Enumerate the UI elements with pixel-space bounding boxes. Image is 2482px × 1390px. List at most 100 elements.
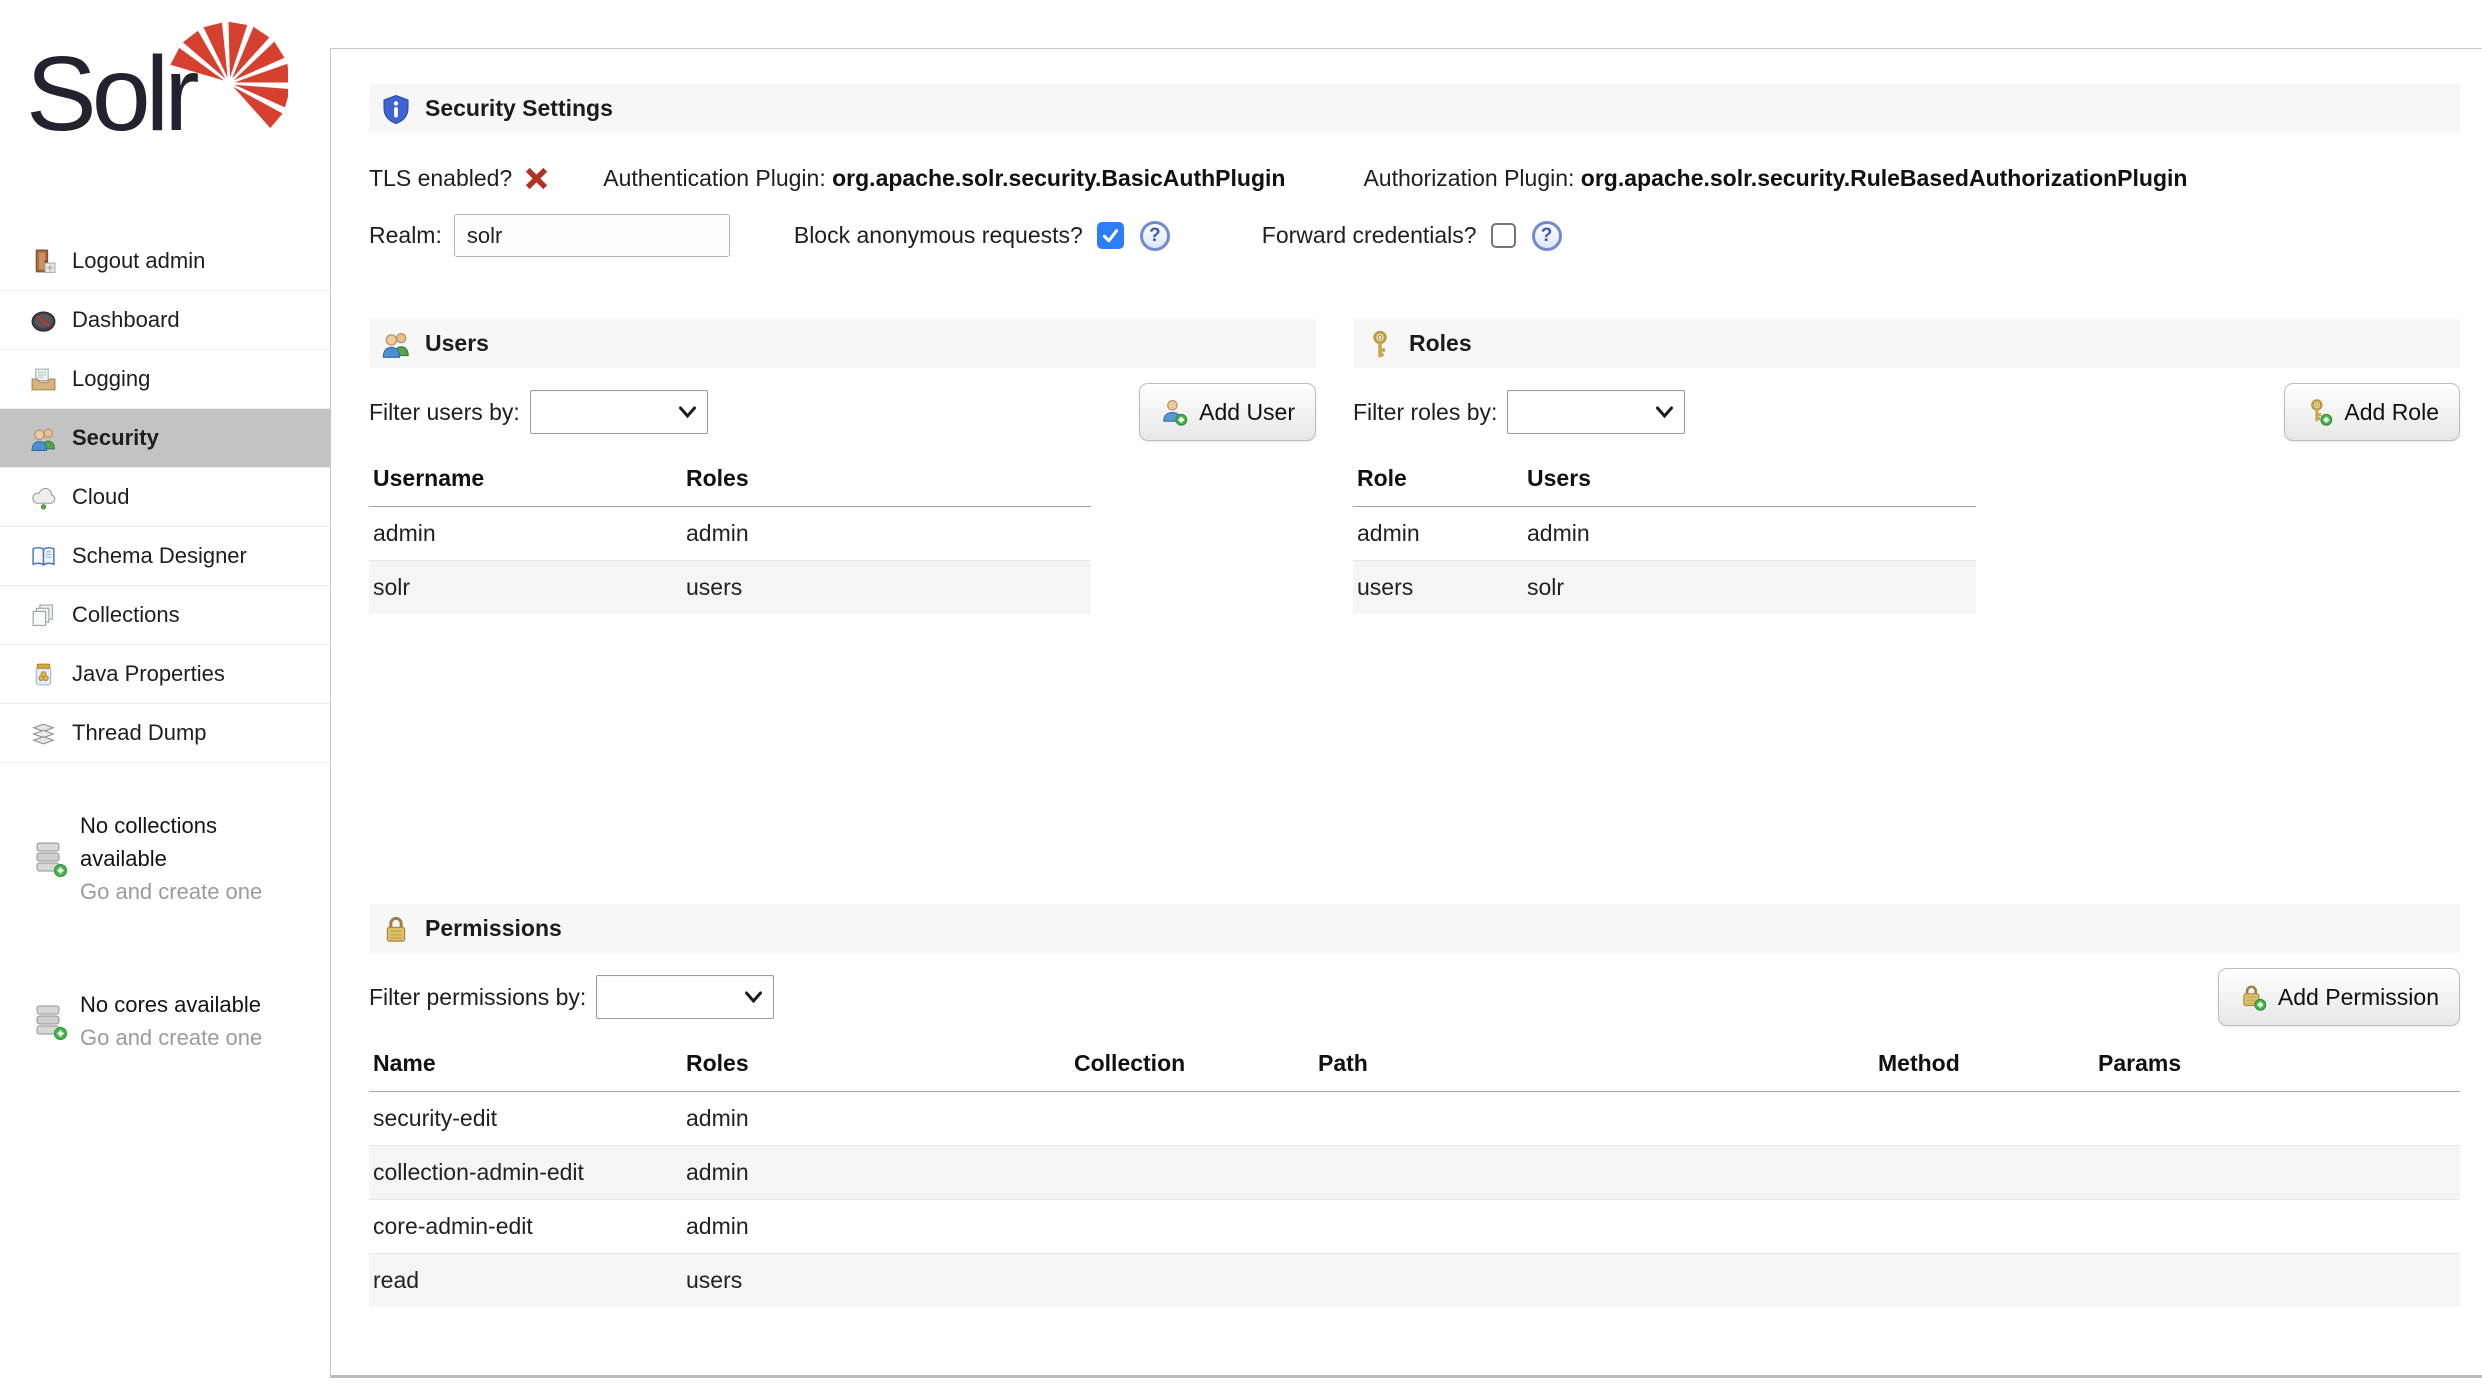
table-row[interactable]: solr users — [369, 561, 1091, 615]
sidebar-item-label: Thread Dump — [72, 720, 207, 746]
block-anonymous-checkbox[interactable] — [1097, 222, 1124, 249]
block-anonymous-help-icon[interactable]: ? — [1140, 221, 1170, 251]
sidebar-item-schema-designer[interactable]: Schema Designer — [0, 527, 330, 586]
add-permission-button[interactable]: Add Permission — [2218, 968, 2460, 1026]
roles-col-users: Users — [1523, 453, 1976, 507]
sidebar-item-label: Logout admin — [72, 248, 205, 274]
sidebar-item-label: Security — [72, 425, 159, 451]
users-panel-title: Users — [425, 330, 489, 357]
roles-table: Role Users admin admin users solr — [1353, 453, 1976, 614]
create-collection-link[interactable]: Go and create one — [80, 875, 270, 908]
perm-col-path: Path — [1314, 1038, 1874, 1092]
no-cores-text: No cores available — [80, 988, 262, 1021]
sidebar-item-label: Dashboard — [72, 307, 180, 333]
table-row[interactable]: security-edit admin — [369, 1092, 2460, 1146]
permissions-panel-title: Permissions — [425, 915, 562, 942]
sidebar-item-dashboard[interactable]: Dashboard — [0, 291, 330, 350]
sidebar-item-label: Schema Designer — [72, 543, 247, 569]
user-add-icon — [1160, 398, 1188, 426]
roles-cell: admin — [682, 507, 1091, 561]
roles-panel: Roles Filter roles by: — [1353, 319, 2460, 614]
table-row[interactable]: admin admin — [369, 507, 1091, 561]
chevron-down-icon — [678, 406, 697, 419]
perm-params-cell — [2094, 1200, 2460, 1254]
perm-col-name: Name — [369, 1038, 682, 1092]
add-user-button[interactable]: Add User — [1139, 383, 1316, 441]
filter-users-label: Filter users by: — [369, 399, 520, 426]
sidebar-item-java-properties[interactable]: Java Properties — [0, 645, 330, 704]
users-cell: admin — [1523, 507, 1976, 561]
plugin-status-row: TLS enabled? Authentication Plugin: org.… — [369, 164, 2460, 193]
forward-credentials-help-icon[interactable]: ? — [1532, 221, 1562, 251]
sidebar-item-logout[interactable]: Logout admin — [0, 232, 330, 291]
forward-credentials-checkbox[interactable] — [1491, 223, 1516, 248]
chevron-down-icon — [744, 991, 763, 1004]
realm-label: Realm: — [369, 222, 442, 249]
users-panel-header: Users — [369, 319, 1316, 368]
filter-permissions-select[interactable] — [596, 975, 774, 1019]
perm-col-roles: Roles — [682, 1038, 1070, 1092]
users-cell: solr — [1523, 561, 1976, 615]
perm-method-cell — [1874, 1146, 2094, 1200]
table-row[interactable]: read users — [369, 1254, 2460, 1308]
sidebar-item-collections[interactable]: Collections — [0, 586, 330, 645]
authorization-plugin-value: org.apache.solr.security.RuleBasedAuthor… — [1581, 165, 2188, 191]
table-row[interactable]: collection-admin-edit admin — [369, 1146, 2460, 1200]
filter-roles-select[interactable] — [1507, 390, 1685, 434]
authorization-plugin: Authorization Plugin: org.apache.solr.se… — [1363, 165, 2187, 192]
page-title: Security Settings — [425, 95, 613, 122]
filter-users-select[interactable] — [530, 390, 708, 434]
roles-table-header-row: Role Users — [1353, 453, 1976, 507]
sidebar-item-cloud[interactable]: Cloud — [0, 468, 330, 527]
filter-roles-label: Filter roles by: — [1353, 399, 1497, 426]
key-icon — [1365, 329, 1395, 359]
solr-admin-app: Solr — [0, 0, 2482, 1390]
database-add-icon — [34, 1002, 67, 1041]
username-cell: solr — [369, 561, 682, 615]
forward-credentials-label: Forward credentials? — [1262, 222, 1477, 249]
add-role-button[interactable]: Add Role — [2284, 383, 2460, 441]
perm-method-cell — [1874, 1092, 2094, 1146]
block-anonymous-label: Block anonymous requests? — [794, 222, 1083, 249]
permissions-filter-row: Filter permissions by: Add Per — [369, 966, 2460, 1028]
perm-path-cell — [1314, 1200, 1874, 1254]
realm-input[interactable] — [454, 214, 730, 257]
notice-body: No collections available Go and create o… — [80, 809, 270, 908]
perm-collection-cell — [1070, 1146, 1314, 1200]
perm-roles-cell: admin — [682, 1092, 1070, 1146]
users-roles-panels: Users Filter users by: — [369, 319, 2460, 904]
sidebar: Solr — [0, 0, 330, 1390]
sidebar-item-security[interactable]: Security — [0, 409, 330, 468]
perm-collection-cell — [1070, 1200, 1314, 1254]
perm-name-cell: collection-admin-edit — [369, 1146, 682, 1200]
table-row[interactable]: users solr — [1353, 561, 1976, 615]
filter-permissions-label: Filter permissions by: — [369, 984, 586, 1011]
key-add-icon — [2305, 398, 2333, 426]
table-row[interactable]: admin admin — [1353, 507, 1976, 561]
authentication-plugin: Authentication Plugin: org.apache.solr.s… — [603, 165, 1285, 192]
perm-method-cell — [1874, 1254, 2094, 1308]
authentication-plugin-value: org.apache.solr.security.BasicAuthPlugin — [832, 165, 1285, 191]
role-cell: admin — [1353, 507, 1523, 561]
sidebar-item-logging[interactable]: Logging — [0, 350, 330, 409]
sidebar-item-label: Cloud — [72, 484, 129, 510]
tls-enabled-label: TLS enabled? — [369, 165, 512, 192]
security-settings-page: Security Settings TLS enabled? Authentic… — [330, 48, 2482, 1378]
add-permission-button-label: Add Permission — [2278, 984, 2439, 1011]
perm-params-cell — [2094, 1254, 2460, 1308]
perm-name-cell: core-admin-edit — [369, 1200, 682, 1254]
users-filter-row: Filter users by: — [369, 381, 1316, 443]
sidebar-item-label: Collections — [72, 602, 180, 628]
users-table: Username Roles admin admin solr users — [369, 453, 1091, 614]
notice-body: No cores available Go and create one — [80, 988, 262, 1054]
perm-collection-cell — [1070, 1092, 1314, 1146]
users-group-icon — [30, 425, 57, 452]
create-core-link[interactable]: Go and create one — [80, 1021, 262, 1054]
no-collections-text: No collections available — [80, 809, 270, 875]
sidebar-item-thread-dump[interactable]: Thread Dump — [0, 704, 330, 763]
table-row[interactable]: core-admin-edit admin — [369, 1200, 2460, 1254]
solr-logo[interactable]: Solr — [0, 0, 330, 232]
jar-icon — [30, 661, 57, 688]
perm-params-cell — [2094, 1146, 2460, 1200]
sidebar-item-label: Logging — [72, 366, 150, 392]
